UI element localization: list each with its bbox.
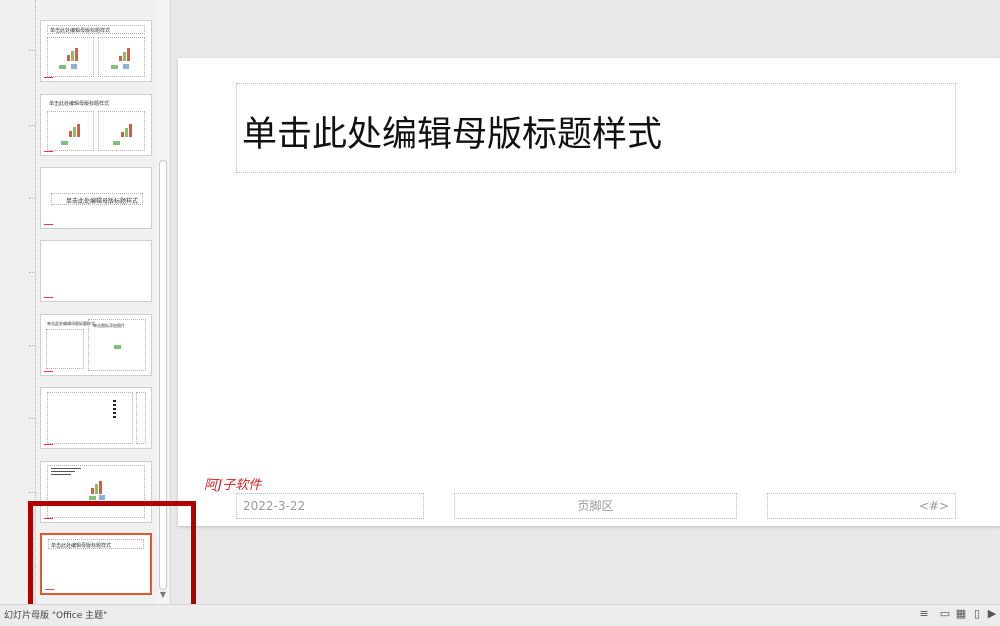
tree-connector: [29, 418, 35, 419]
tree-connector: [29, 125, 35, 126]
thumb-media-icon: [71, 64, 77, 69]
thumb-chart: [121, 123, 132, 137]
thumb-caption: 单击此处编辑母版标题样式: [66, 198, 139, 205]
slide-title-text: 单击此处编辑母版标题样式: [242, 115, 663, 155]
thumb-picture-icon: [61, 141, 68, 145]
tree-connector: [29, 50, 35, 51]
thumbnail-6[interactable]: [40, 387, 152, 449]
thumb-chart: [91, 480, 102, 494]
status-text: 幻灯片母版 "Office 主题": [4, 611, 108, 621]
thumb-media-icon: [123, 64, 129, 69]
thumb-vertical-bullets: [113, 400, 116, 424]
thumb-chart: [69, 123, 80, 137]
thumb-caption: 单击此处编辑母版标题样式: [50, 28, 111, 34]
slide-canvas[interactable]: 单击此处编辑母版标题样式 阿J子软件 2022-3-22 页脚区 <#>: [178, 58, 1000, 526]
thumb-caption: 单击图标添加图片: [93, 323, 125, 328]
thumb-text-box: [46, 329, 84, 369]
thumb-logo-mark: [44, 77, 53, 78]
thumb-caption: 单击此处编辑母版标题样式: [49, 101, 110, 107]
watermark-text: 阿J子软件: [204, 478, 262, 493]
reading-view-icon[interactable]: ▯: [971, 608, 983, 620]
thumbnail-1[interactable]: 单击此处编辑母版标题样式: [40, 20, 152, 82]
thumb-logo-mark: [44, 151, 53, 152]
date-placeholder[interactable]: 2022-3-22: [236, 493, 424, 519]
footer-placeholder[interactable]: 页脚区: [454, 493, 737, 519]
thumb-picture-icon: [114, 345, 121, 349]
thumbnail-3[interactable]: 单击此处编辑母版标题样式: [40, 167, 152, 229]
tree-connector: [29, 198, 35, 199]
thumb-media-icon: [99, 495, 105, 500]
thumb-logo-mark: [44, 224, 53, 225]
thumb-chart: [67, 47, 78, 61]
thumbnail-5[interactable]: 单击此处编辑母版标题样式 单击图标添加图片: [40, 314, 152, 376]
slide-sorter-icon[interactable]: ▦: [955, 608, 967, 620]
tree-connector: [29, 492, 35, 493]
highlight-annotation-box: [28, 501, 196, 612]
thumb-chart: [119, 47, 130, 61]
slideshow-icon[interactable]: ▶: [986, 608, 998, 620]
thumb-content-box: [47, 392, 133, 444]
thumb-logo-mark: [44, 297, 53, 298]
thumbnail-2[interactable]: 单击此处编辑母版标题样式: [40, 94, 152, 156]
notes-icon[interactable]: ≡: [918, 608, 930, 620]
tree-connector: [29, 345, 35, 346]
status-bar: 幻灯片母版 "Office 主题" ≡ ▭ ▦ ▯ ▶: [0, 604, 1000, 626]
thumb-title-box: 单击此处编辑母版标题样式: [51, 193, 143, 205]
normal-view-icon[interactable]: ▭: [939, 608, 951, 620]
title-placeholder[interactable]: 单击此处编辑母版标题样式: [236, 83, 956, 173]
thumb-bullets: [51, 468, 81, 482]
thumb-picture-icon: [111, 65, 118, 69]
thumb-logo-mark: [44, 371, 53, 372]
thumb-vertical-title-box: [136, 392, 146, 444]
thumb-picture-icon: [113, 141, 120, 145]
thumb-picture-icon: [89, 496, 96, 500]
slide-number-placeholder[interactable]: <#>: [767, 493, 956, 519]
thumbnail-4[interactable]: [40, 240, 152, 302]
thumb-picture-icon: [59, 65, 66, 69]
thumb-title-box: 单击此处编辑母版标题样式: [47, 25, 145, 34]
thumb-logo-mark: [44, 444, 53, 445]
tree-connector: [29, 272, 35, 273]
